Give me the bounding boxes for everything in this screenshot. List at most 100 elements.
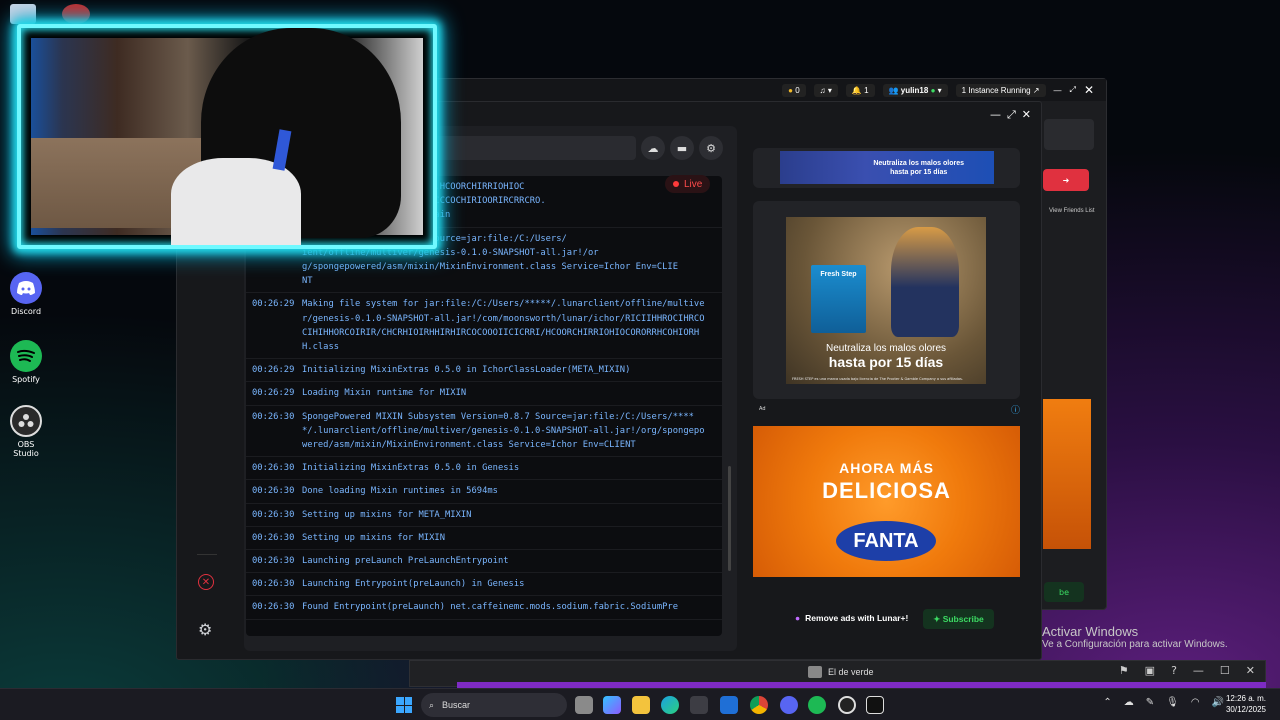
log-time: 00:26:30: [252, 556, 295, 567]
chevron-up-icon[interactable]: ⌃: [1103, 697, 1111, 708]
ad-orange-partial[interactable]: [1043, 399, 1091, 549]
remove-ads-label: Remove ads with Lunar+!: [805, 613, 909, 623]
log-time: 00:26:30: [252, 579, 295, 590]
wifi-icon[interactable]: ◠: [1191, 697, 1200, 708]
subscribe-button-partial[interactable]: be: [1044, 582, 1084, 602]
log-time: 00:26:30: [252, 463, 295, 474]
log-message: Done loading Mixin runtimes in 5694ms: [302, 486, 498, 497]
log-message: Loading Mixin runtime for MIXIN: [302, 388, 467, 399]
product-box: Fresh Step: [811, 265, 866, 333]
gear-icon[interactable]: ⚙: [198, 620, 212, 639]
ad-caption-line1: Neutraliza los malos olores: [825, 343, 947, 354]
log-time: 00:26:30: [252, 602, 295, 613]
ad-banner[interactable]: Neutraliza los malos olores hasta por 15…: [780, 151, 994, 184]
minimize-button[interactable]: —: [990, 108, 1001, 122]
log-entry: 00:26:30 Done loading Mixin runtimes in 5…: [246, 480, 722, 504]
system-tray: ⌃ ☁ ✎ 🎙 ◠ 🔊: [1103, 697, 1224, 708]
maximize-button[interactable]: ⤢: [1070, 85, 1076, 95]
volume-icon[interactable]: 🔊: [1212, 697, 1224, 708]
notifications-button[interactable]: 🔔 1: [845, 83, 875, 97]
view-friends-link[interactable]: View Friends List: [1049, 208, 1095, 214]
chrome-icon[interactable]: [750, 696, 768, 714]
star-icon: ✦: [933, 613, 941, 624]
log-scrollbar[interactable]: [728, 466, 731, 571]
desktop-icon-top-1[interactable]: [10, 4, 36, 24]
ad-fresh-step[interactable]: Fresh Step Neutraliza los malos olores h…: [786, 217, 986, 384]
window-controls: — ⤢ ✕: [990, 108, 1031, 122]
lunar-client-icon[interactable]: [866, 696, 884, 714]
desktop-icon-obs[interactable]: OBS Studio: [4, 405, 48, 458]
maximize-button[interactable]: ⤢: [1007, 108, 1016, 122]
spotify-icon[interactable]: [808, 696, 826, 714]
thumbnail-icon: [808, 666, 822, 678]
kill-process-icon[interactable]: ✕: [198, 574, 214, 590]
close-button[interactable]: ✕: [1084, 83, 1094, 97]
help-icon[interactable]: ?: [1171, 664, 1177, 677]
lunar-icon: ●: [795, 613, 801, 623]
task-view-icon[interactable]: [575, 696, 593, 714]
pen-icon[interactable]: ✎: [1146, 697, 1154, 708]
live-label: Live: [684, 178, 703, 190]
file-explorer-icon[interactable]: [632, 696, 650, 714]
mail-icon[interactable]: [720, 696, 738, 714]
microphone-icon[interactable]: 🎙: [1166, 697, 1179, 708]
user-menu[interactable]: 👥 yulin18 ● ▾: [882, 83, 948, 97]
desktop-icon-discord[interactable]: Discord: [4, 272, 48, 316]
live-dot-icon: [673, 181, 679, 187]
media-window-title[interactable]: El de verde: [808, 666, 874, 678]
close-button[interactable]: ✕: [1246, 664, 1255, 677]
log-entry: 00:26:29 Initializing MixinExtras 0.5.0 i…: [246, 359, 722, 383]
brand-name: Fresh Step: [820, 271, 857, 278]
folder-icon[interactable]: ▬: [670, 136, 694, 160]
external-link-icon: ↗: [1032, 85, 1040, 95]
store-icon[interactable]: [690, 696, 708, 714]
remove-ads-link[interactable]: ● Remove ads with Lunar+!: [795, 613, 908, 623]
pip-icon[interactable]: ▣: [1145, 664, 1155, 677]
maximize-button[interactable]: ☐: [1220, 664, 1230, 677]
desktop-icon-spotify[interactable]: Spotify: [4, 340, 48, 384]
desktop-icon-top-2[interactable]: [62, 4, 90, 24]
clock-time: 12:26 a. m.: [1225, 694, 1266, 703]
ad-fanta[interactable]: AHORA MÁS DELICIOSA FANTA: [753, 426, 1020, 577]
close-button[interactable]: ✕: [1022, 108, 1031, 122]
cloud-icon[interactable]: ☁: [1124, 697, 1134, 708]
discord-icon[interactable]: [780, 696, 798, 714]
webcam-overlay: [17, 24, 437, 249]
desktop-icon-label: OBS Studio: [13, 440, 39, 458]
upload-cloud-icon[interactable]: ☁: [641, 136, 665, 160]
taskbar-search[interactable]: ⌕ Buscar: [421, 693, 567, 717]
copilot-icon[interactable]: [603, 696, 621, 714]
ads-column: Neutraliza los malos olores hasta por 15…: [753, 148, 1020, 598]
log-message: Launching Entrypoint(preLaunch) in Genes…: [302, 579, 525, 590]
discord-icon: [10, 272, 42, 304]
instances-label: 1 Instance Running: [961, 85, 1031, 95]
edge-icon[interactable]: [661, 696, 679, 714]
coins-count: 0: [795, 85, 800, 95]
log-message: Initializing MixinExtras 0.5.0 in IchorC…: [302, 365, 631, 376]
log-message: Making file system for jar:file:/C:/User…: [302, 299, 705, 353]
obs-icon: [10, 405, 42, 437]
fanta-logo-text: FANTA: [853, 529, 919, 552]
flag-icon[interactable]: ⚑: [1119, 664, 1129, 677]
red-action-button[interactable]: ➜: [1043, 169, 1089, 191]
log-entry: 00:26:30 Initializing MixinExtras 0.5.0 i…: [246, 457, 722, 481]
desktop-icon-label: Spotify: [12, 375, 40, 384]
minimize-button[interactable]: —: [1193, 664, 1204, 677]
ad-banner-container: Neutraliza los malos olores hasta por 15…: [753, 148, 1020, 188]
subscribe-button[interactable]: ✦ Subscribe: [923, 609, 994, 629]
log-time: 00:26:30: [252, 486, 295, 497]
minimize-button[interactable]: —: [1054, 86, 1062, 95]
cat-image: [891, 227, 959, 337]
fanta-headline-1: AHORA MÁS: [839, 460, 934, 476]
taskbar: ⌕ Buscar ⌃ ☁ ✎ 🎙 ◠ 🔊 12:26 a. m. 30/12/2…: [0, 688, 1280, 720]
settings-gear-icon[interactable]: ⚙: [699, 136, 723, 160]
desktop-icon-label: Discord: [10, 307, 42, 316]
instances-button[interactable]: 1 Instance Running ↗: [955, 83, 1046, 97]
windows-start-icon[interactable]: [396, 697, 412, 713]
coins-display[interactable]: ● 0: [782, 83, 806, 97]
search-placeholder: Buscar: [442, 700, 471, 710]
music-icon[interactable]: ♫ ▾: [813, 83, 838, 97]
info-icon[interactable]: ⓘ: [1011, 403, 1020, 416]
obs-icon[interactable]: [838, 696, 856, 714]
clock[interactable]: 12:26 a. m. 30/12/2025: [1226, 693, 1266, 715]
